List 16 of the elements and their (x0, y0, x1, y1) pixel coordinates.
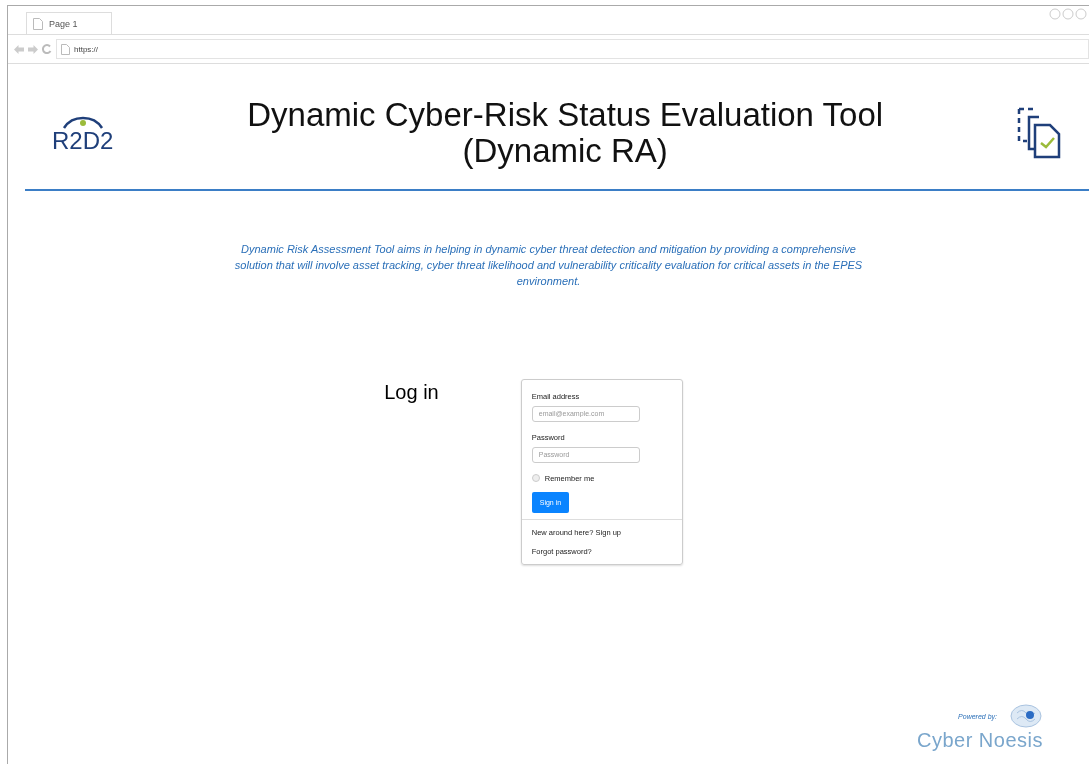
documents-check-icon (1017, 107, 1061, 159)
page-icon (61, 43, 70, 55)
remember-checkbox[interactable] (531, 474, 540, 482)
window-controls-icon (1049, 8, 1089, 20)
brain-icon (1009, 703, 1043, 729)
logo-text: R2D2 (52, 129, 114, 153)
reload-icon[interactable] (42, 44, 52, 54)
address-bar[interactable]: https:// (56, 39, 1089, 59)
back-icon[interactable] (14, 44, 24, 54)
forward-icon[interactable] (28, 44, 38, 54)
brand-text: Cyber Noesis (916, 729, 1043, 752)
browser-tab[interactable]: Page 1 (26, 12, 112, 34)
description-text: Dynamic Risk Assessment Tool aims in helping in dynamic cyber threat detection and mitigation by providing a comprehensive solution that will involve asset tracking, cyber threat likelihood and vulnerability criticality evaluation for critical assets in the EPES environment. (233, 241, 864, 289)
page-icon (33, 17, 43, 30)
login-heading: Log in (384, 379, 439, 405)
page-title: Dynamic Cyber-Risk Status Evaluation Tool (Dynamic RA) (247, 97, 884, 169)
